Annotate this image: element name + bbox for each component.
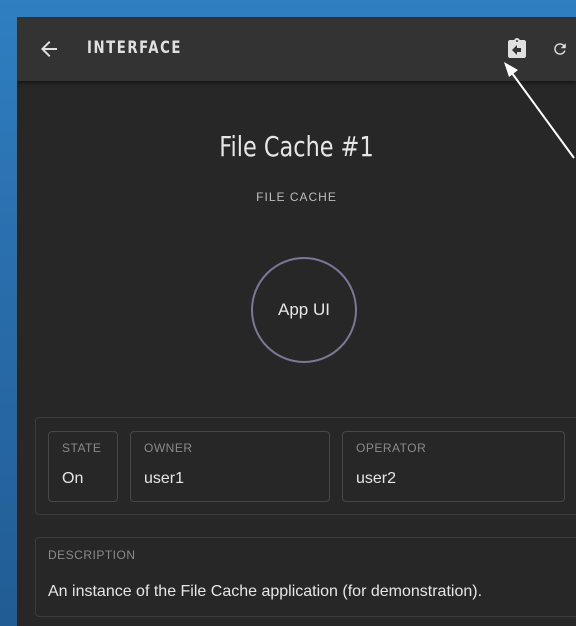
open-interface-icon (508, 38, 526, 58)
state-label: STATE (62, 441, 102, 455)
owner-field: OWNER user1 (130, 431, 330, 502)
refresh-button[interactable] (548, 37, 572, 61)
refresh-icon (554, 43, 566, 55)
owner-value: user1 (144, 470, 185, 487)
owner-label: OWNER (144, 441, 193, 455)
open-interface-button[interactable] (505, 37, 529, 61)
description-panel: DESCRIPTION An instance of the File Cach… (35, 537, 576, 617)
details-panel: STATE On OWNER user1 OPERATOR user2 (35, 417, 576, 515)
description-text: An instance of the File Cache applicatio… (48, 583, 483, 600)
arrow-left-icon (41, 41, 57, 57)
operator-field: OPERATOR user2 (342, 431, 565, 502)
app-window: INTERFACE File Cache #1 FILE CACHE App U… (17, 17, 576, 626)
top-app-bar: INTERFACE (17, 17, 576, 81)
back-button[interactable] (37, 37, 61, 61)
state-value: On (62, 470, 84, 487)
operator-value: user2 (356, 470, 397, 487)
operator-label: OPERATOR (356, 441, 427, 455)
description-label: DESCRIPTION (48, 548, 136, 562)
instance-title: File Cache #1 (219, 130, 374, 163)
instance-type: FILE CACHE (256, 190, 337, 204)
page-title: INTERFACE (87, 38, 182, 58)
app-ui-label: App UI (278, 300, 330, 319)
state-field: STATE On (48, 431, 118, 502)
app-ui-button[interactable]: App UI (251, 257, 357, 363)
